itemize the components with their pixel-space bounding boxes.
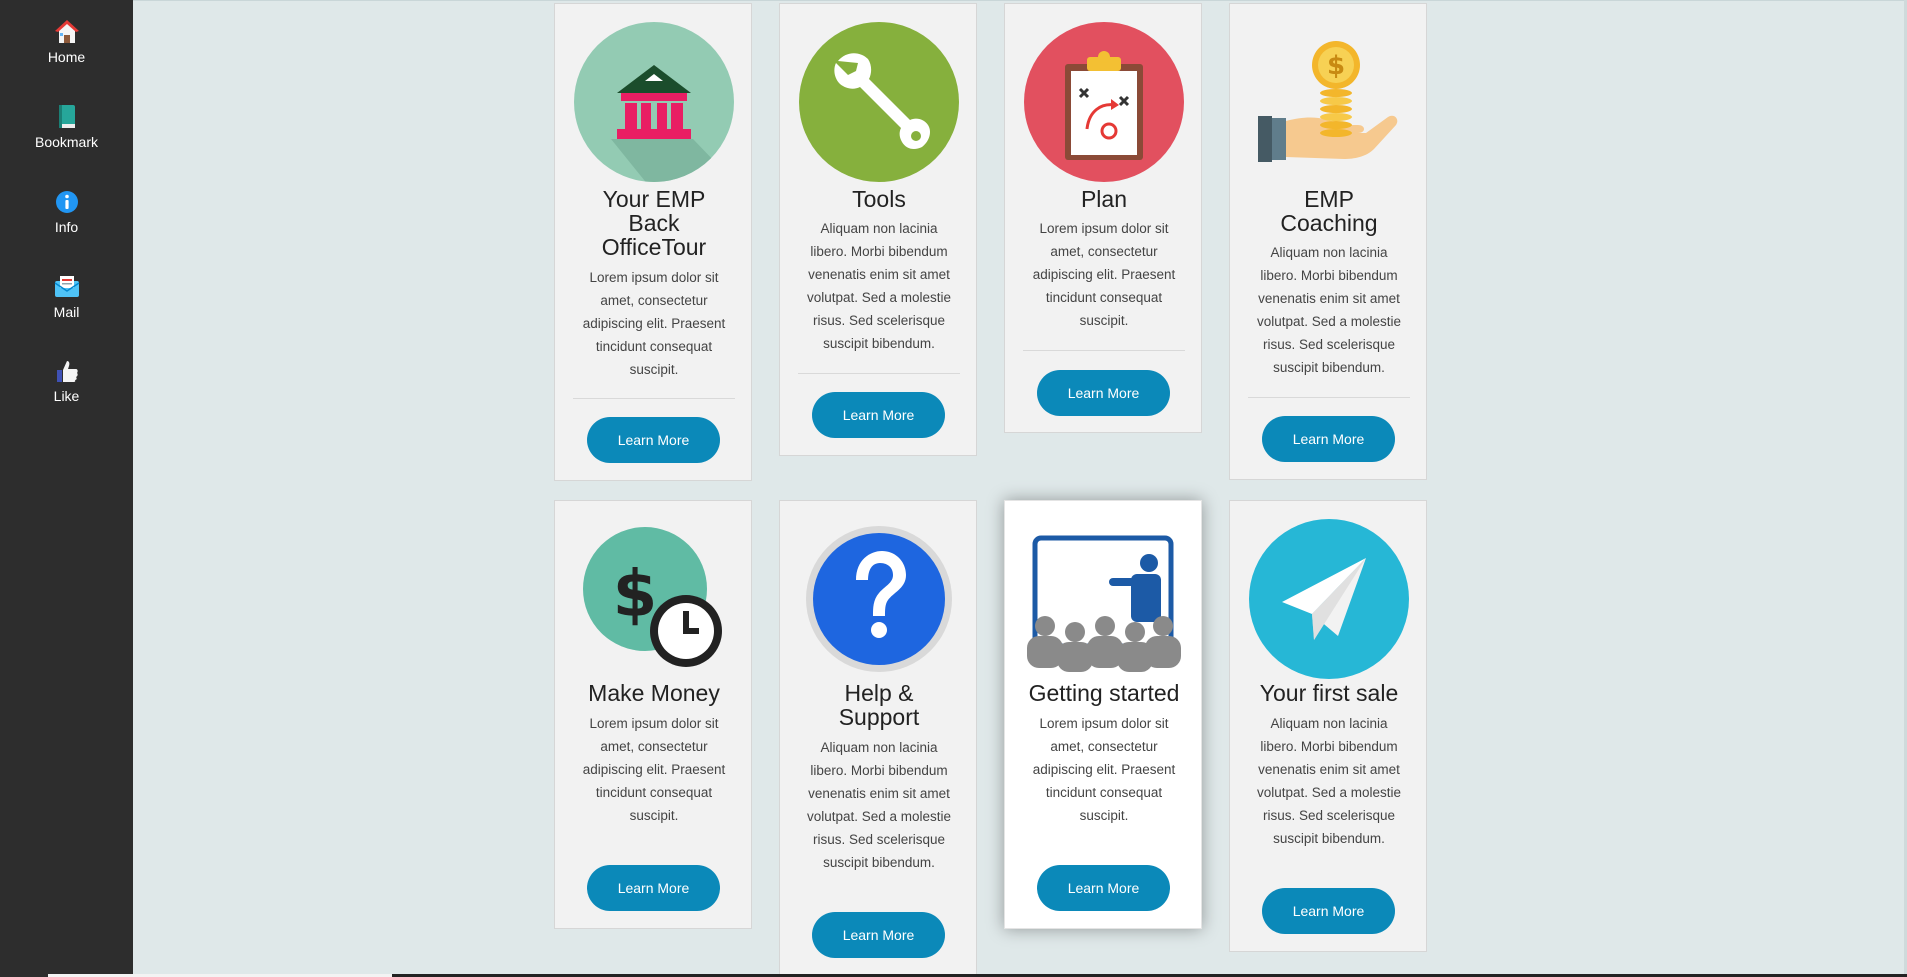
learn-more-button[interactable]: Learn More [1037, 865, 1170, 911]
mail-icon [0, 273, 133, 301]
sidebar-item-label: Home [47, 49, 86, 65]
card-title: Make Money [588, 680, 720, 706]
sidebar-item-mail[interactable]: Mail [0, 273, 133, 343]
sidebar-item-label: Like [53, 388, 80, 404]
card-help-support: Help & Support Aliquam non lacinia libero.… [779, 500, 977, 977]
question-icon [798, 518, 960, 680]
card-description: Lorem ipsum dolor sit amet, consectetur ad… [1032, 221, 1176, 328]
like-icon [0, 357, 133, 385]
sidebar-item-label: Mail [53, 304, 80, 320]
card-description: Lorem ipsum dolor sit amet, consectetur ad… [1032, 716, 1176, 823]
card-tools: Tools Aliquam non lacinia libero. Morbi b… [779, 3, 977, 456]
learn-more-button[interactable]: Learn More [812, 392, 945, 438]
info-icon [0, 188, 133, 216]
sidebar-item-bookmark[interactable]: Bookmark [0, 103, 133, 173]
card-description: Aliquam non lacinia libero. Morbi bibendu… [806, 740, 952, 870]
card-make-money: $ Make Money Lorem ipsum dolor sit amet, … [554, 500, 752, 929]
card-divider [573, 398, 735, 399]
card-description: Aliquam non lacinia libero. Morbi bibendu… [1256, 716, 1402, 846]
card-title: Tools [852, 186, 906, 212]
sidebar-item-label: Info [54, 219, 79, 235]
learn-more-button[interactable]: Learn More [812, 912, 945, 958]
card-description: Aliquam non lacinia libero. Morbi bibendu… [1256, 245, 1402, 375]
wrench-icon [798, 21, 960, 183]
card-plan: Plan Lorem ipsum dolor sit amet, consecte… [1004, 3, 1202, 433]
presentation-icon [1023, 518, 1185, 680]
learn-more-button[interactable]: Learn More [1262, 888, 1395, 934]
learn-more-button[interactable]: Learn More [1262, 416, 1395, 462]
card-getting-started: Getting started Lorem ipsum dolor sit ame… [1004, 500, 1202, 929]
learn-more-button[interactable]: Learn More [587, 865, 720, 911]
card-title: Help & Support [838, 680, 920, 730]
sidebar-item-label: Bookmark [34, 134, 99, 150]
card-description: Lorem ipsum dolor sit amet, consectetur ad… [582, 270, 726, 377]
card-title: Plan [1080, 186, 1128, 212]
svg-text:$: $ [613, 558, 658, 632]
learn-more-button[interactable]: Learn More [1037, 370, 1170, 416]
bank-icon [573, 21, 735, 183]
sidebar: Home Bookmark Info Mail Like [0, 0, 133, 977]
sidebar-item-info[interactable]: Info [0, 188, 133, 258]
card-emp-coaching: $ EMP Coaching Aliquam non lacinia libero.… [1229, 3, 1427, 480]
hand-coins-icon: $ [1248, 21, 1410, 183]
card-title: Your EMP Back OfficeTour [601, 186, 707, 260]
card-back-office-tour: Your EMP Back OfficeTour Lorem ipsum dolor… [554, 3, 752, 481]
card-your-first-sale: Your first sale Aliquam non lacinia liber… [1229, 500, 1427, 952]
learn-more-button[interactable]: Learn More [587, 417, 720, 463]
card-divider [1023, 350, 1185, 351]
home-icon [0, 18, 133, 46]
card-description: Lorem ipsum dolor sit amet, consectetur ad… [582, 716, 726, 823]
card-title: EMP Coaching [1280, 186, 1378, 236]
bookmark-icon [0, 103, 133, 131]
card-title: Getting started [1028, 680, 1180, 706]
card-description: Aliquam non lacinia libero. Morbi bibendu… [806, 221, 952, 351]
clipboard-plan-icon [1023, 21, 1185, 183]
dollar-clock-icon: $ [573, 518, 735, 680]
card-divider [1248, 397, 1410, 398]
sidebar-item-like[interactable]: Like [0, 357, 133, 427]
card-divider [798, 373, 960, 374]
paper-plane-icon [1248, 518, 1410, 680]
card-title: Your first sale [1259, 680, 1399, 706]
sidebar-item-home[interactable]: Home [0, 18, 133, 88]
svg-text:$: $ [1327, 51, 1345, 81]
